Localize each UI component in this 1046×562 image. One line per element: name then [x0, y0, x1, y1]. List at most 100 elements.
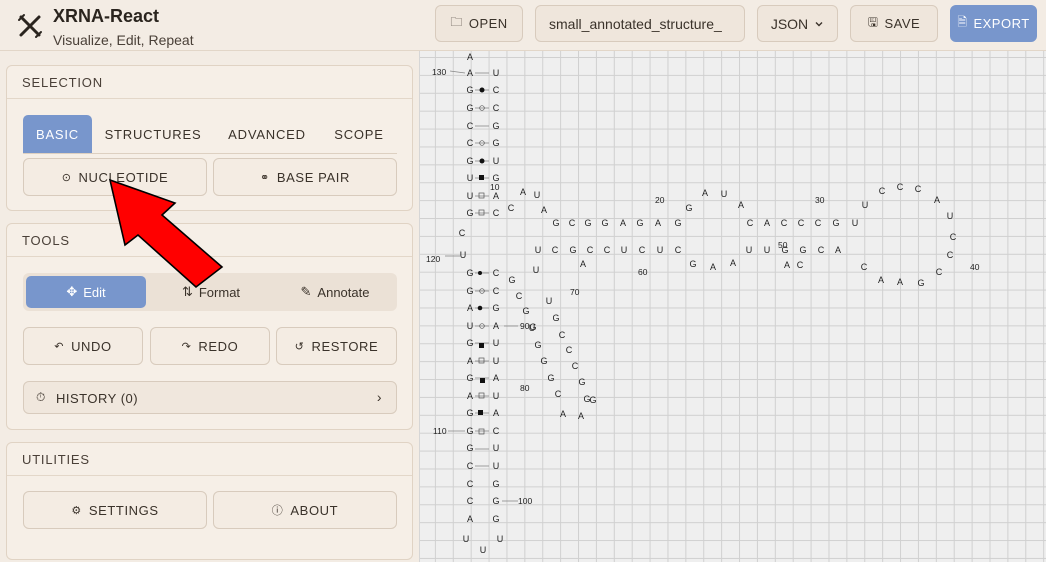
- svg-text:A: A: [897, 277, 903, 287]
- open-button[interactable]: 🗀 OPEN: [435, 5, 523, 42]
- history-icon: ⏱: [36, 390, 46, 404]
- format-select[interactable]: JSON: [757, 5, 838, 42]
- svg-text:U: U: [493, 443, 500, 453]
- svg-text:G: G: [492, 303, 499, 313]
- index-label-30: 30: [815, 195, 825, 205]
- tab-scope[interactable]: SCOPE: [325, 115, 393, 153]
- svg-text:C: C: [587, 245, 594, 255]
- svg-text:U: U: [535, 245, 542, 255]
- svg-text:C: C: [950, 232, 957, 242]
- svg-text:C: C: [552, 245, 559, 255]
- sidebar: SELECTION BASIC STRUCTURES ADVANCED SCOP…: [0, 51, 419, 562]
- svg-text:A: A: [493, 191, 499, 201]
- svg-text:A: A: [467, 303, 473, 313]
- svg-text:G: G: [466, 426, 473, 436]
- svg-text:C: C: [566, 345, 573, 355]
- svg-text:U: U: [463, 534, 470, 544]
- about-button[interactable]: ⓘ ABOUT: [213, 491, 397, 529]
- svg-text:C: C: [818, 245, 825, 255]
- tab-advanced[interactable]: ADVANCED: [215, 115, 319, 153]
- tab-basic[interactable]: BASIC: [23, 115, 92, 153]
- svg-text:A: A: [560, 409, 566, 419]
- svg-text:G: G: [685, 203, 692, 213]
- undo-button[interactable]: ↶ UNDO: [23, 327, 143, 365]
- index-label-90: 90: [520, 321, 530, 331]
- move-icon: ✥: [66, 284, 78, 299]
- svg-text:G: G: [636, 218, 643, 228]
- restore-button[interactable]: ↺ RESTORE: [276, 327, 397, 365]
- rna-structure[interactable]: A AU GC GC CG CG GU UG UA GC C U GC GC A…: [420, 51, 1046, 562]
- app-title: XRNA-React: [53, 6, 160, 26]
- svg-text:G: G: [552, 218, 559, 228]
- svg-text:G: G: [466, 208, 473, 218]
- svg-text:U: U: [621, 245, 628, 255]
- svg-text:U: U: [862, 200, 869, 210]
- redo-button[interactable]: ↷ REDO: [150, 327, 270, 365]
- svg-text:G: G: [522, 306, 529, 316]
- svg-text:C: C: [467, 121, 474, 131]
- open-button-label: OPEN: [468, 16, 508, 31]
- selection-panel-title: SELECTION: [7, 66, 412, 99]
- svg-text:C: C: [815, 218, 822, 228]
- svg-text:U: U: [493, 356, 500, 366]
- svg-text:C: C: [555, 389, 562, 399]
- svg-text:A: A: [764, 218, 770, 228]
- settings-button-label: SETTINGS: [88, 502, 159, 518]
- svg-text:C: C: [604, 245, 611, 255]
- svg-text:C: C: [897, 182, 904, 192]
- index-label-110: 110: [433, 426, 447, 436]
- svg-text:C: C: [493, 426, 500, 436]
- folder-icon: 🗀: [450, 15, 463, 29]
- svg-text:C: C: [493, 286, 500, 296]
- svg-text:G: G: [578, 377, 585, 387]
- svg-text:G: G: [569, 245, 576, 255]
- svg-text:G: G: [466, 373, 473, 383]
- history-toggle[interactable]: ⏱ HISTORY (0) ›: [23, 381, 397, 414]
- svg-text:C: C: [947, 250, 954, 260]
- svg-text:C: C: [675, 245, 682, 255]
- svg-text:C: C: [781, 218, 788, 228]
- redo-button-label: REDO: [198, 338, 239, 354]
- svg-text:G: G: [466, 156, 473, 166]
- svg-text:G: G: [547, 373, 554, 383]
- svg-text:G: G: [540, 356, 547, 366]
- mode-annotate-label: Annotate: [317, 284, 370, 300]
- rna-canvas[interactable]: A AU GC GC CG CG GU UG UA GC C U GC GC A…: [419, 51, 1046, 562]
- export-button[interactable]: 🗎 EXPORT: [950, 5, 1037, 42]
- svg-text:G: G: [492, 138, 499, 148]
- index-label-60: 60: [638, 267, 648, 277]
- svg-text:G: G: [466, 85, 473, 95]
- svg-text:G: G: [466, 286, 473, 296]
- svg-text:C: C: [516, 291, 523, 301]
- tab-structures[interactable]: STRUCTURES: [98, 115, 208, 153]
- svg-text:U: U: [493, 338, 500, 348]
- filename-value: small_annotated_structure_: [549, 15, 722, 32]
- svg-text:C: C: [559, 330, 566, 340]
- svg-text:C: C: [508, 203, 515, 213]
- red-arrow-annotation: [108, 178, 224, 289]
- svg-text:G: G: [466, 103, 473, 113]
- svg-text:U: U: [460, 250, 467, 260]
- svg-text:G: G: [466, 338, 473, 348]
- export-button-label: EXPORT: [973, 16, 1030, 31]
- svg-text:U: U: [852, 218, 859, 228]
- svg-text:G: G: [584, 218, 591, 228]
- svg-text:C: C: [861, 262, 868, 272]
- svg-text:U: U: [657, 245, 664, 255]
- index-label-100: 100: [518, 496, 532, 506]
- svg-text:A: A: [578, 411, 584, 421]
- index-label-80: 80: [520, 383, 530, 393]
- mode-annotate[interactable]: ✎ Annotate: [275, 276, 395, 308]
- filename-field[interactable]: small_annotated_structure_: [535, 5, 745, 42]
- svg-text:A: A: [835, 245, 841, 255]
- settings-button[interactable]: ⚙ SETTINGS: [23, 491, 207, 529]
- svg-text:C: C: [879, 186, 886, 196]
- svg-text:C: C: [936, 267, 943, 277]
- svg-text:G: G: [601, 218, 608, 228]
- base-pair-button[interactable]: ⚭ BASE PAIR: [213, 158, 397, 196]
- svg-text:U: U: [493, 156, 500, 166]
- svg-text:G: G: [492, 479, 499, 489]
- svg-text:G: G: [589, 395, 596, 405]
- redo-icon: ↷: [181, 340, 192, 353]
- save-button[interactable]: 🖫 SAVE: [850, 5, 938, 42]
